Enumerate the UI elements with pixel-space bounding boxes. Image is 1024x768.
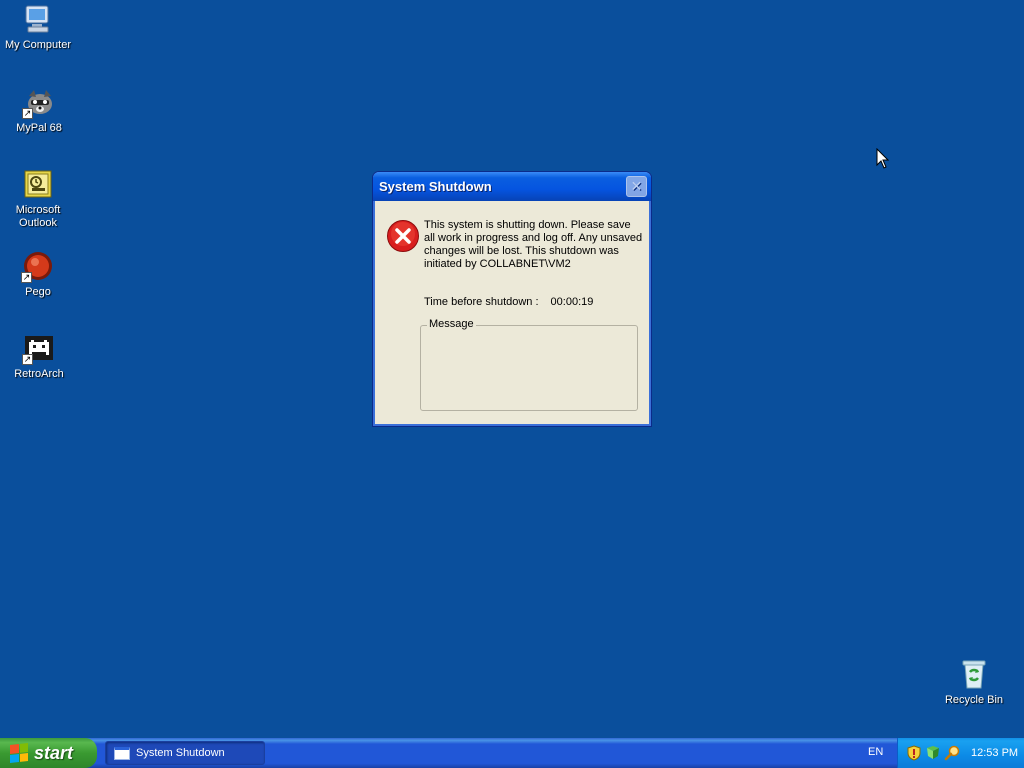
shortcut-arrow-icon: ↗ bbox=[22, 354, 33, 365]
error-icon bbox=[386, 219, 420, 253]
security-shield-icon[interactable] bbox=[906, 745, 922, 761]
raccoon-icon: ↗ bbox=[22, 85, 56, 119]
message-groupbox: Message bbox=[420, 318, 638, 411]
shortcut-arrow-icon: ↗ bbox=[22, 108, 33, 119]
start-label: start bbox=[34, 742, 74, 763]
system-tray: 12:53 PM bbox=[897, 738, 1024, 768]
close-icon: ✕ bbox=[630, 178, 643, 194]
desktop-icon-label: Pego bbox=[25, 286, 51, 298]
desktop-icon-outlook[interactable]: Microsoft Outlook bbox=[0, 167, 76, 230]
window-icon bbox=[114, 746, 130, 760]
start-button[interactable]: start bbox=[0, 738, 97, 768]
shortcut-arrow-icon: ↗ bbox=[21, 272, 32, 283]
magnifier-icon[interactable] bbox=[944, 745, 960, 761]
desktop-icon-label: My Computer bbox=[4, 39, 72, 51]
outlook-icon bbox=[21, 167, 55, 201]
desktop-icon-pego[interactable]: ↗ Pego bbox=[0, 249, 76, 299]
system-shutdown-dialog: System Shutdown ✕ This system is shuttin… bbox=[372, 171, 652, 427]
desktop-icon-label: MyPal 68 bbox=[16, 122, 62, 134]
dialog-body: This system is shutting down. Please sav… bbox=[376, 201, 648, 423]
windows-logo-icon bbox=[10, 743, 28, 763]
desktop-icon-recycle-bin[interactable]: Recycle Bin bbox=[936, 657, 1012, 707]
desktop-icon-label: RetroArch bbox=[14, 368, 64, 380]
desktop-icon-retroarch[interactable]: ↗ RetroArch bbox=[1, 331, 77, 381]
taskbar-item-system-shutdown[interactable]: System Shutdown bbox=[105, 741, 265, 765]
desktop-icon-my-computer[interactable]: My Computer bbox=[0, 2, 76, 52]
dialog-titlebar[interactable]: System Shutdown ✕ bbox=[373, 172, 651, 201]
taskbar-item-label: System Shutdown bbox=[136, 747, 225, 759]
mouse-cursor-icon bbox=[876, 147, 890, 170]
timer-value: 00:00:19 bbox=[550, 296, 594, 308]
message-group-label: Message bbox=[427, 318, 476, 330]
recycle-bin-icon bbox=[957, 657, 991, 691]
clock[interactable]: 12:53 PM bbox=[971, 747, 1018, 759]
desktop-icon-mypal[interactable]: ↗ MyPal 68 bbox=[1, 85, 77, 135]
shutdown-message: This system is shutting down. Please sav… bbox=[424, 219, 643, 270]
shutdown-timer: Time before shutdown : 00:00:19 bbox=[424, 296, 593, 308]
close-button[interactable]: ✕ bbox=[626, 176, 647, 197]
taskbar: start System Shutdown EN 12:53 PM bbox=[0, 738, 1024, 768]
pego-icon: ↗ bbox=[21, 249, 55, 283]
retroarch-icon: ↗ bbox=[22, 331, 56, 365]
network-update-icon[interactable] bbox=[925, 745, 941, 761]
computer-icon bbox=[21, 2, 55, 36]
dialog-title: System Shutdown bbox=[379, 179, 492, 194]
timer-label: Time before shutdown : bbox=[424, 296, 539, 308]
desktop-icon-label: Recycle Bin bbox=[944, 694, 1004, 706]
desktop-icon-label: Microsoft Outlook bbox=[15, 204, 61, 229]
language-indicator[interactable]: EN bbox=[868, 746, 883, 758]
